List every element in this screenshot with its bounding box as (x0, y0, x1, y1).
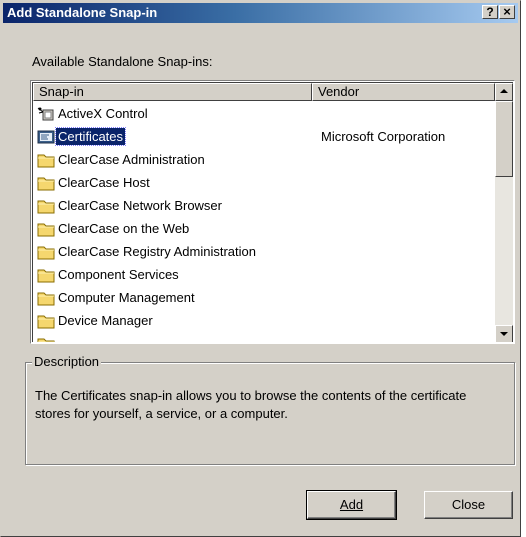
close-button[interactable]: Close (424, 491, 513, 519)
list-item[interactable]: ClearCase Administration (33, 148, 494, 171)
snapin-name: ClearCase Administration (58, 152, 205, 167)
snapin-name: ClearCase Registry Administration (58, 244, 256, 259)
folder-icon (37, 221, 55, 237)
available-snapins-label: Available Standalone Snap-ins: (32, 54, 213, 69)
snapin-name: ActiveX Control (58, 106, 148, 121)
list-item[interactable]: Certificates Microsoft Corporation (33, 125, 494, 148)
list-item[interactable]: ClearCase Host (33, 171, 494, 194)
scroll-thumb[interactable] (495, 101, 513, 177)
description-group: Description The Certificates snap-in all… (25, 354, 515, 465)
title-close-button[interactable]: × (499, 5, 515, 19)
snapin-name: Component Services (58, 267, 179, 282)
folder-icon (37, 313, 55, 329)
description-legend: Description (32, 354, 102, 369)
window-title: Add Standalone Snap-in (7, 5, 158, 20)
snapin-vendor: Microsoft Corporation (321, 129, 446, 144)
folder-icon (37, 175, 55, 191)
column-header-vendor[interactable]: Vendor (312, 83, 495, 101)
title-bar[interactable]: Add Standalone Snap-in ? × (3, 3, 518, 23)
add-button[interactable]: Add (306, 490, 397, 520)
list-item[interactable]: ActiveX Control (33, 102, 494, 125)
folder-icon (37, 244, 55, 260)
snapin-rows: ActiveX Control Certificates Microsoft Cor… (33, 102, 494, 342)
list-item[interactable]: Computer Management (33, 286, 494, 309)
scroll-down-button[interactable] (495, 325, 513, 342)
list-item[interactable]: ClearCase Network Browser (33, 194, 494, 217)
list-item[interactable]: Device Manager (33, 309, 494, 332)
snapin-list[interactable]: Snap-in Vendor ActiveX Control Certificat… (30, 80, 515, 344)
description-text: The Certificates snap-in allows you to b… (35, 388, 467, 421)
snapin-name (56, 335, 60, 342)
list-item[interactable]: ClearCase Registry Administration (33, 240, 494, 263)
snapin-name: ClearCase Host (58, 175, 150, 190)
list-item[interactable]: ClearCase on the Web (33, 217, 494, 240)
folder-icon (37, 336, 55, 342)
list-item[interactable] (33, 332, 494, 342)
arrow-down-icon (500, 332, 508, 336)
snapin-name: Device Manager (58, 313, 153, 328)
snapin-name: Certificates (54, 127, 127, 146)
folder-icon (37, 152, 55, 168)
snapin-name: ClearCase on the Web (58, 221, 190, 236)
certificates-icon (37, 129, 55, 145)
vertical-scrollbar[interactable] (495, 83, 513, 342)
snapin-name: Computer Management (58, 290, 195, 305)
list-item[interactable]: Component Services (33, 263, 494, 286)
folder-icon (37, 290, 55, 306)
scroll-up-button[interactable] (495, 83, 513, 101)
add-button-label: Add (339, 497, 364, 512)
snapin-name: ClearCase Network Browser (58, 198, 222, 213)
activex-control-icon (37, 106, 55, 122)
folder-icon (37, 267, 55, 283)
arrow-up-icon (500, 89, 508, 93)
column-header-snapin[interactable]: Snap-in (33, 83, 312, 101)
folder-icon (37, 198, 55, 214)
add-standalone-snapin-dialog: Add Standalone Snap-in ? × Available Sta… (0, 0, 521, 537)
help-button[interactable]: ? (482, 5, 498, 19)
